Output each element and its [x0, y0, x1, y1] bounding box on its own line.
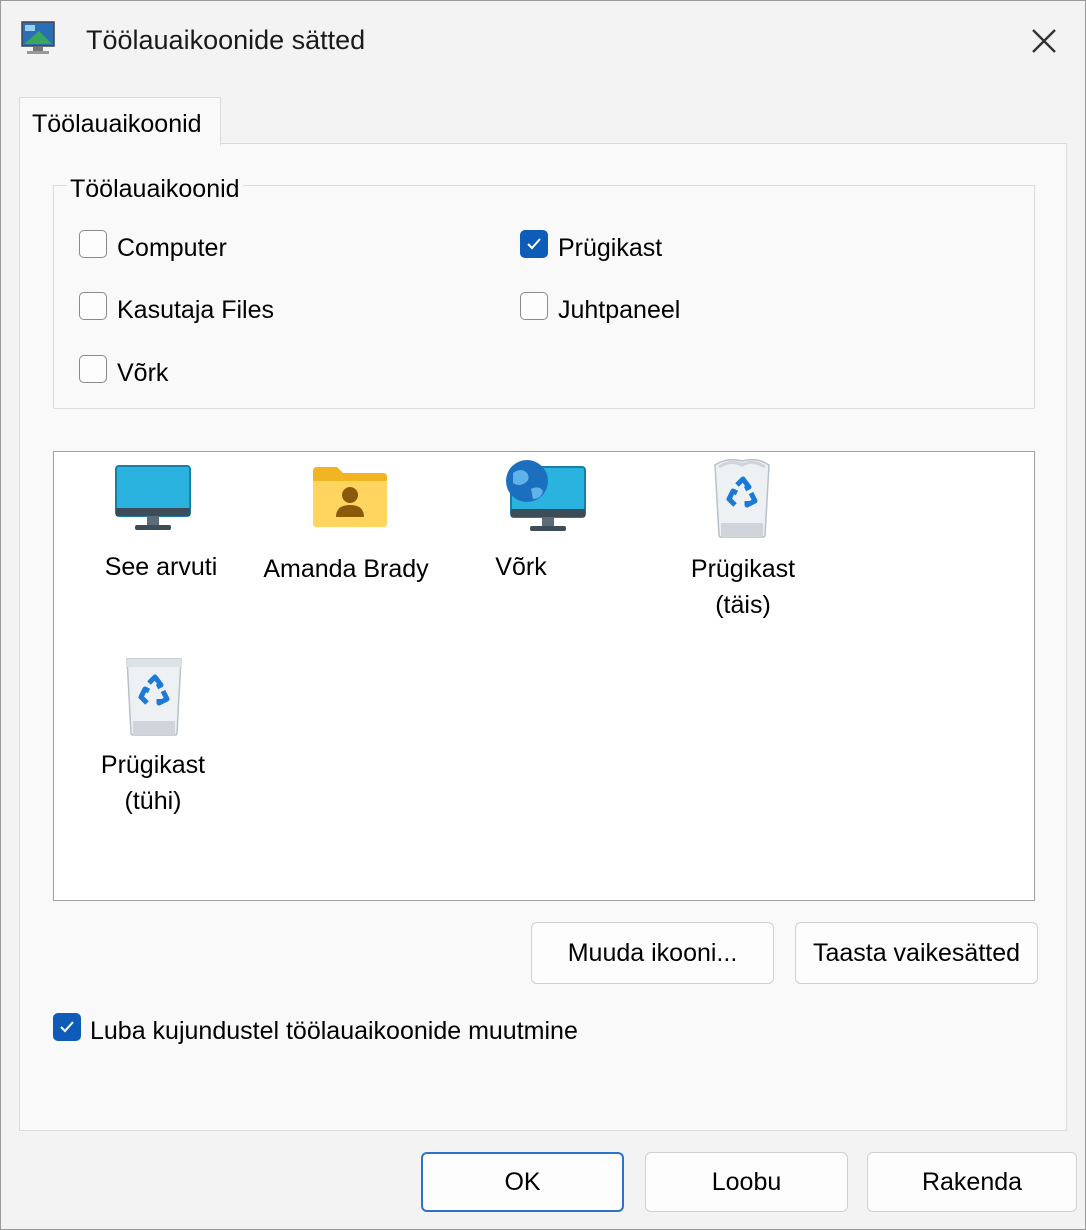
monitor-icon — [115, 465, 191, 530]
allow-themes-checkbox[interactable] — [53, 1013, 81, 1041]
computer-checkbox[interactable] — [79, 230, 107, 258]
icon-label-line2: (täis) — [715, 591, 771, 619]
tab-label: Töölauaikoonid — [32, 110, 202, 138]
title-bar: Töölauaikoonide sätted — [1, 1, 1085, 79]
user-files-checkbox-label: Kasutaja Files — [117, 296, 275, 324]
recycle-bin-empty-icon — [126, 658, 182, 736]
allow-themes-label: Luba kujundustel töölauaikoonide muutmin… — [90, 1017, 578, 1045]
network-globe-icon — [506, 460, 586, 531]
icon-label: See arvuti — [104, 553, 218, 581]
recycle-bin-checkbox[interactable] — [520, 230, 548, 258]
user-files-checkbox[interactable] — [79, 292, 107, 320]
desktop-settings-app-icon — [21, 21, 55, 54]
icon-label-line1: Prügikast — [100, 751, 206, 779]
control-panel-checkbox-label: Juhtpaneel — [558, 296, 681, 324]
checkmark-icon — [527, 238, 541, 250]
close-button[interactable] — [1011, 15, 1077, 67]
window-title: Töölauaikoonide sätted — [86, 25, 366, 55]
dialog-window: Töölauaikoonide sätted Töölauaikoonid Tö… — [0, 0, 1086, 1230]
icon-label: Amanda Brady — [263, 555, 429, 583]
checkmark-icon — [60, 1021, 74, 1033]
ok-button[interactable]: OK — [421, 1152, 624, 1212]
cancel-button[interactable]: Loobu — [645, 1152, 848, 1212]
recycle-bin-full-icon — [714, 458, 770, 538]
restore-default-button[interactable]: Taasta vaikesätted — [795, 922, 1038, 984]
group-legend: Töölauaikoonid — [67, 175, 243, 204]
user-folder-icon — [313, 467, 387, 527]
icon-label-line1: Prügikast — [690, 555, 796, 583]
network-checkbox-label: Võrk — [117, 359, 169, 387]
network-checkbox[interactable] — [79, 355, 107, 383]
icon-label-line2: (tühi) — [124, 787, 182, 815]
apply-button[interactable]: Rakenda — [867, 1152, 1077, 1212]
change-icon-button[interactable]: Muuda ikooni... — [531, 922, 774, 984]
control-panel-checkbox[interactable] — [520, 292, 548, 320]
computer-checkbox-label: Computer — [117, 234, 227, 262]
close-icon — [1032, 29, 1056, 53]
tab-desktop-icons[interactable]: Töölauaikoonid — [19, 97, 221, 146]
recycle-bin-checkbox-label: Prügikast — [558, 234, 663, 262]
icon-label: Võrk — [495, 553, 547, 581]
